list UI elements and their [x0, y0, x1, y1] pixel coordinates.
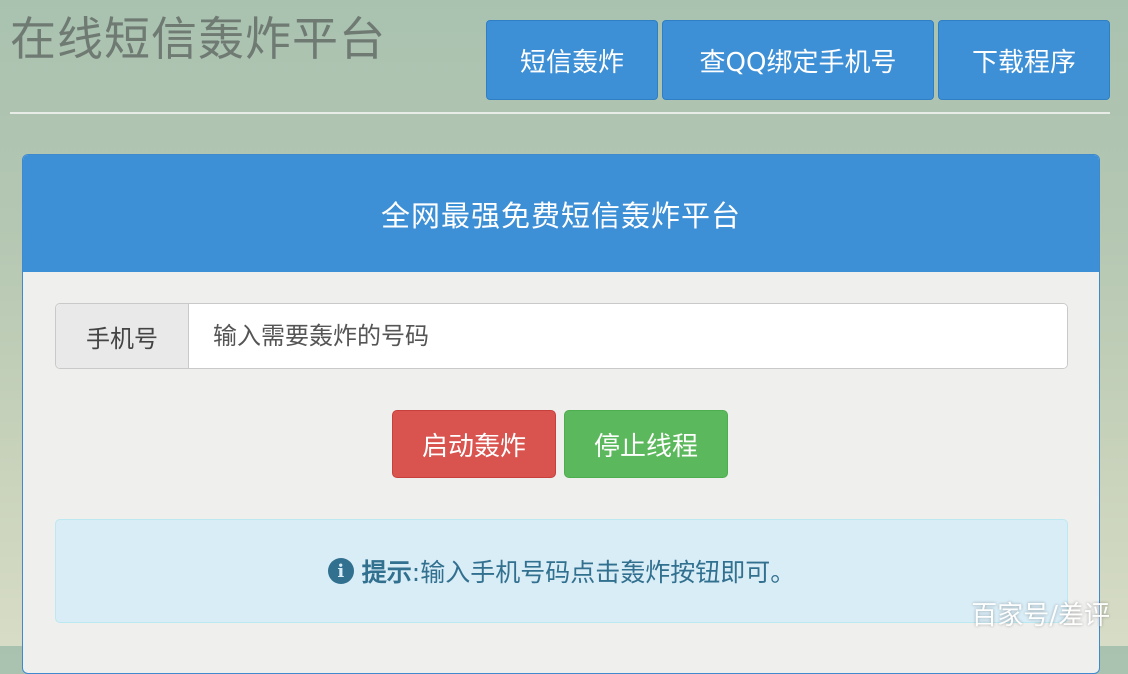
- phone-input[interactable]: [189, 304, 1067, 368]
- panel-heading: 全网最强免费短信轰炸平台: [23, 155, 1099, 272]
- nav-button-sms-bomb[interactable]: 短信轰炸: [486, 20, 658, 100]
- main-panel: 全网最强免费短信轰炸平台 手机号 启动轰炸 停止线程 i 提示 :输入手机号码点…: [22, 154, 1100, 674]
- nav-button-label: 短信轰炸: [519, 47, 624, 78]
- header-divider: [10, 112, 1110, 114]
- site-title: 在线短信轰炸平台: [10, 12, 386, 66]
- tip-alert: i 提示 :输入手机号码点击轰炸按钮即可。: [55, 519, 1068, 623]
- phone-label: 手机号: [56, 304, 189, 368]
- start-bomb-button[interactable]: 启动轰炸: [392, 410, 556, 478]
- stop-thread-label: 停止线程: [593, 431, 698, 462]
- tip-label: 提示: [361, 558, 412, 587]
- nav-button-qq-phone-lookup[interactable]: 查QQ绑定手机号: [662, 20, 934, 100]
- panel-title: 全网最强免费短信轰炸平台: [380, 198, 741, 233]
- nav-button-label: 下载程序: [971, 47, 1076, 78]
- stop-thread-button[interactable]: 停止线程: [564, 410, 728, 478]
- info-circle-icon: i: [327, 558, 354, 584]
- tip-text: :输入手机号码点击轰炸按钮即可。: [411, 558, 796, 587]
- watermark: 百家号/差评: [971, 601, 1110, 631]
- phone-input-group: 手机号: [55, 303, 1068, 369]
- start-bomb-label: 启动轰炸: [421, 431, 526, 462]
- nav-button-label: 查QQ绑定手机号: [699, 47, 897, 78]
- nav-button-download[interactable]: 下载程序: [938, 20, 1110, 100]
